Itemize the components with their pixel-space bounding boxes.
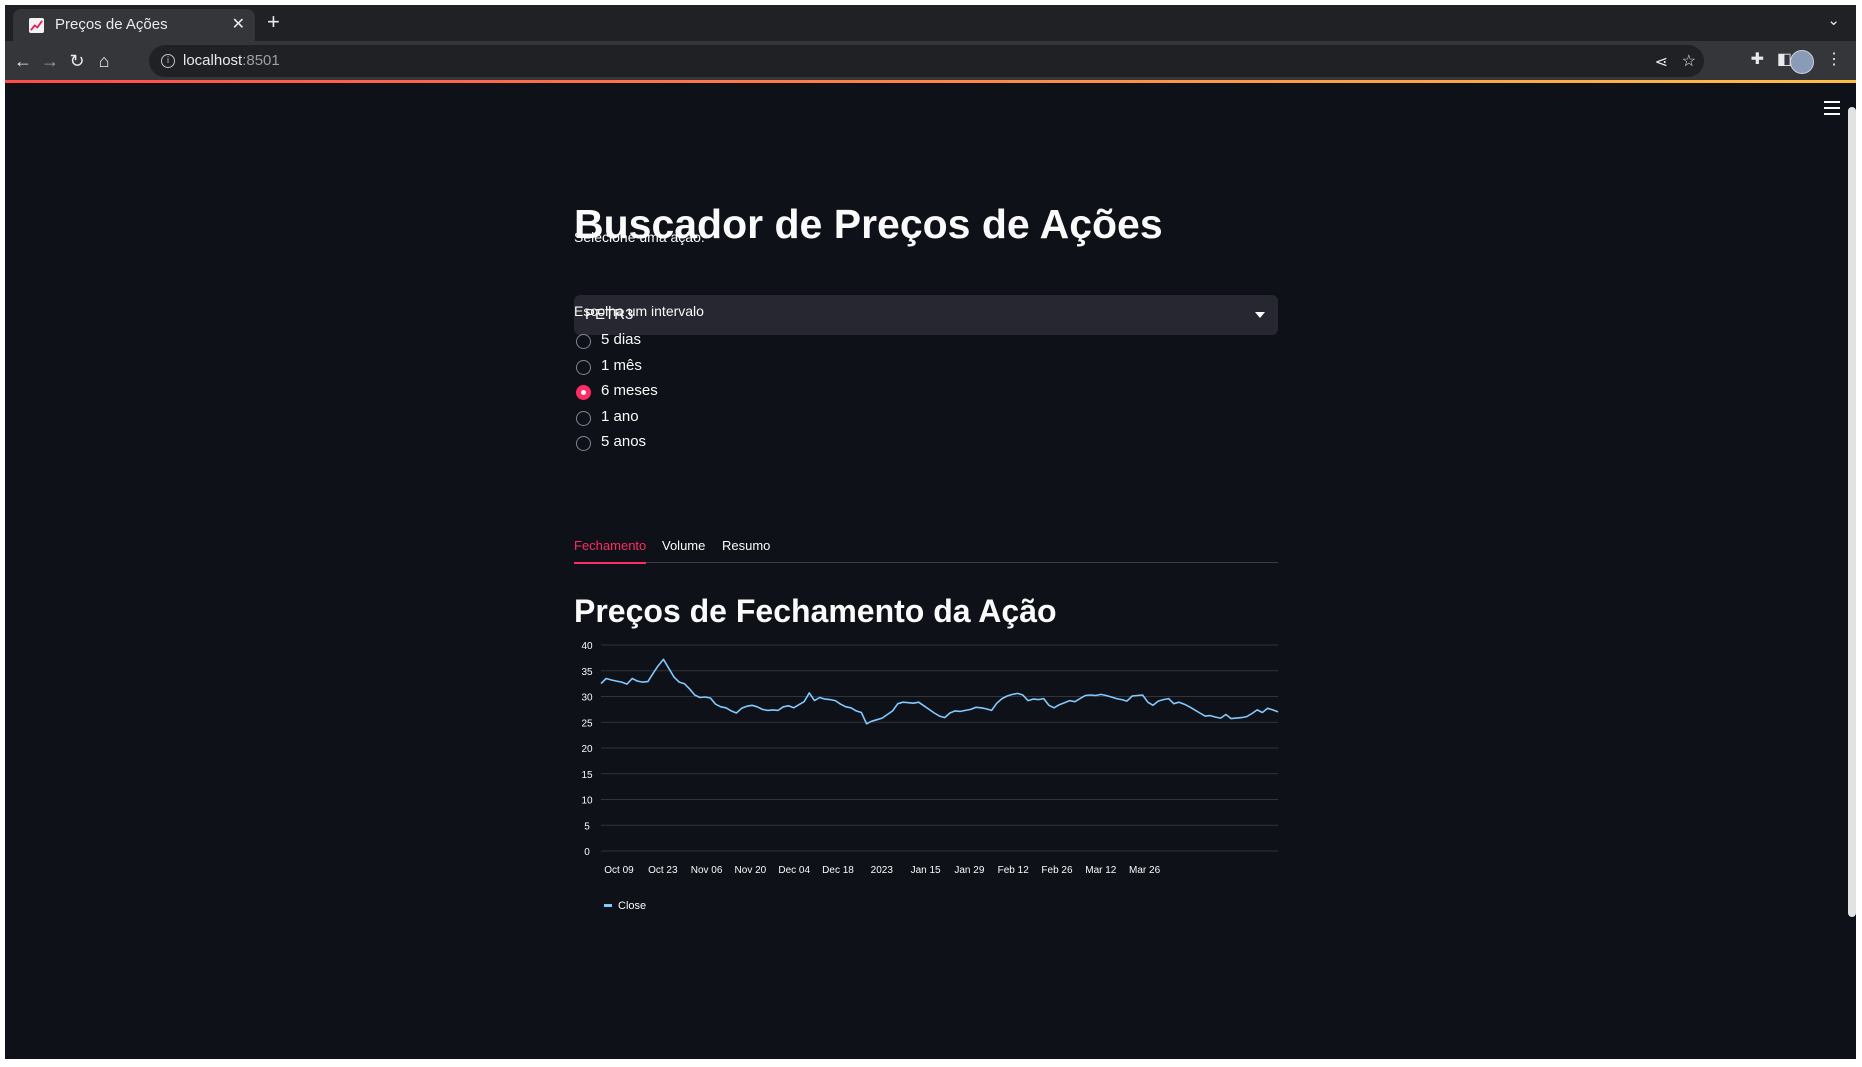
- radio-circle[interactable]: [576, 410, 591, 426]
- extensions-puzzle-icon[interactable]: ✚: [1751, 49, 1764, 69]
- radio-circle[interactable]: [576, 334, 591, 349]
- tab-strip: Preços de Ações ✕ + ⌄: [5, 5, 1856, 41]
- y-tick-label: 5: [584, 821, 590, 832]
- radio-label: 1 ano: [601, 407, 639, 425]
- x-tick-label: Mar 12: [1085, 865, 1117, 876]
- select-label: Selecione uma ação:: [574, 229, 705, 245]
- x-tick-label: Dec 18: [822, 865, 854, 876]
- browser-toolbar: ← → ↻ ⌂ i localhost:8501 ⋖ ☆ ✚ ◧ ⋮: [5, 41, 1856, 81]
- share-icon[interactable]: ⋖: [1655, 52, 1668, 72]
- y-tick-label: 25: [581, 718, 593, 729]
- section-title: Preços de Fechamento da Ação: [574, 593, 1057, 629]
- tab-resumo[interactable]: Resumo: [722, 538, 770, 562]
- y-tick-label: 30: [581, 693, 593, 704]
- y-tick-label: 40: [581, 641, 593, 652]
- hamburger-menu-icon[interactable]: [1824, 101, 1840, 119]
- radio-circle[interactable]: [576, 436, 591, 451]
- new-tab-button[interactable]: +: [267, 9, 280, 35]
- legend-swatch: [604, 904, 612, 907]
- home-icon[interactable]: ⌂: [90, 47, 118, 75]
- url-port: :8501: [242, 52, 280, 69]
- browser-window: Preços de Ações ✕ + ⌄ ← → ↻ ⌂ i localhos…: [5, 5, 1856, 1059]
- radio-label: 5 anos: [601, 433, 647, 450]
- url-host: localhost: [183, 52, 243, 69]
- tab-bar: Fechamento Volume Resumo: [574, 538, 1278, 564]
- x-tick-label: Feb 26: [1041, 865, 1073, 876]
- close-series-line: [600, 658, 1279, 725]
- x-tick-label: Jan 15: [911, 865, 941, 876]
- profile-avatar[interactable]: [1790, 50, 1814, 74]
- x-tick-label: Nov 06: [691, 865, 723, 876]
- tab-search-chevron-icon[interactable]: ⌄: [1827, 11, 1840, 29]
- url-text: localhost:8501: [183, 52, 280, 69]
- y-tick-label: 35: [581, 667, 593, 678]
- back-arrow-icon[interactable]: ←: [9, 47, 37, 75]
- tab-volume[interactable]: Volume: [662, 538, 705, 562]
- scrollbar[interactable]: [1848, 107, 1856, 917]
- chart-favicon-icon: [29, 18, 44, 33]
- close-price-chart: 0 5 10 15 20 25 30 35 40 Oct 09 Oct 23 Nov 06 Nov 20…: [581, 641, 1279, 912]
- tab-title: Preços de Ações: [55, 16, 168, 33]
- x-tick-label: Jan 29: [954, 865, 984, 876]
- interval-label: Escolha um intervalo: [574, 303, 704, 319]
- streamlit-app: Buscador de Preços de Ações Selecione um…: [5, 83, 1856, 1059]
- x-tick-label: Oct 23: [648, 865, 678, 876]
- close-tab-icon[interactable]: ✕: [232, 14, 245, 34]
- forward-arrow-icon[interactable]: →: [36, 47, 64, 75]
- x-tick-label: Nov 20: [735, 865, 767, 876]
- y-tick-label: 20: [581, 744, 593, 755]
- tab-fechamento[interactable]: Fechamento: [574, 538, 647, 564]
- x-tick-label: Dec 04: [778, 865, 810, 876]
- y-tick-label: 10: [581, 796, 593, 807]
- legend-label: Close: [618, 900, 646, 912]
- address-bar[interactable]: i localhost:8501 ⋖ ☆: [149, 45, 1704, 77]
- radio-label: 1 mês: [601, 356, 642, 374]
- browser-tab[interactable]: Preços de Ações ✕: [13, 9, 255, 41]
- site-info-icon[interactable]: i: [161, 54, 175, 68]
- reload-icon[interactable]: ↻: [63, 47, 91, 75]
- bookmark-star-icon[interactable]: ☆: [1682, 51, 1696, 71]
- browser-menu-icon[interactable]: ⋮: [1826, 49, 1842, 69]
- radio-circle[interactable]: [576, 359, 591, 375]
- x-tick-label: Feb 12: [998, 865, 1030, 876]
- radio-label: 6 meses: [601, 382, 658, 399]
- x-tick-label: Oct 09: [604, 865, 634, 876]
- x-tick-label: 2023: [871, 865, 894, 876]
- y-tick-label: 15: [581, 770, 593, 781]
- x-tick-label: Mar 26: [1129, 865, 1161, 876]
- radio-circle[interactable]: [576, 385, 591, 400]
- dropdown-caret-icon: [1255, 312, 1265, 318]
- radio-label: 5 dias: [601, 331, 642, 348]
- y-tick-label: 0: [584, 847, 590, 858]
